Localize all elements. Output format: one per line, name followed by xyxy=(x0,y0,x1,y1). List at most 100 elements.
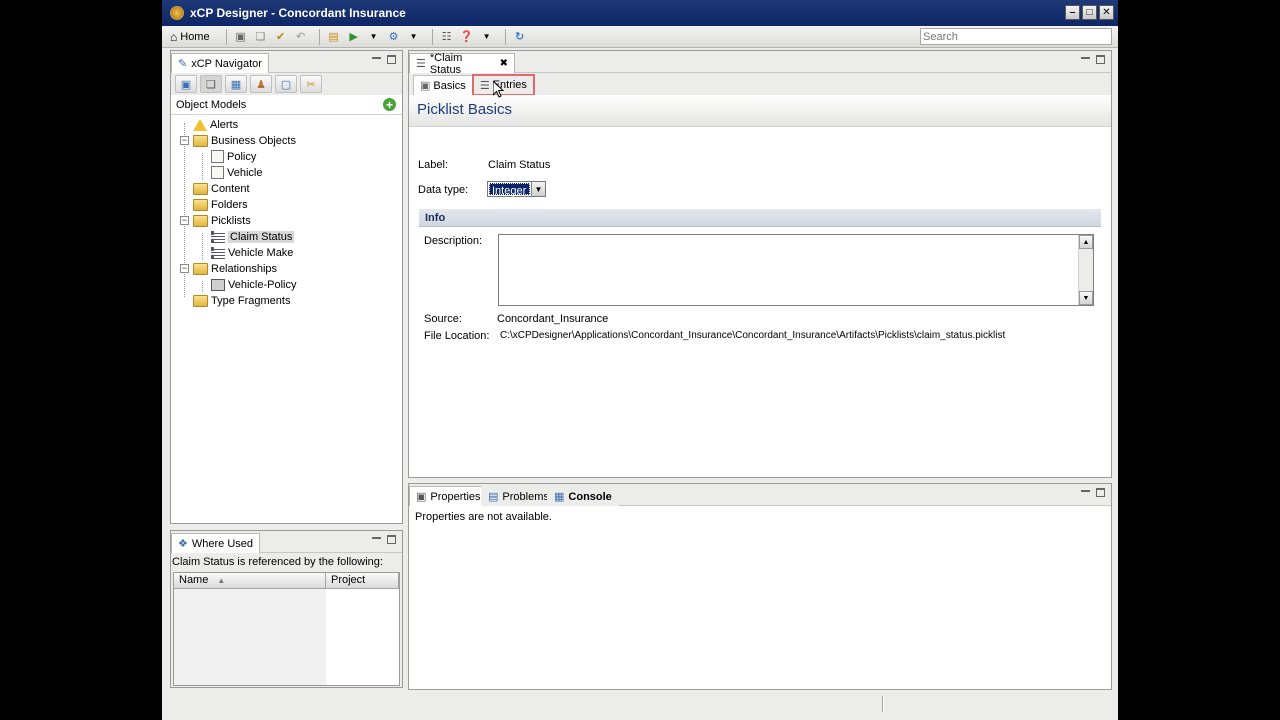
folder-icon xyxy=(193,294,208,307)
tree-item-vehicle[interactable]: Vehicle xyxy=(211,165,262,180)
application-view-icon[interactable]: ▣ xyxy=(175,75,197,93)
source-label: Source: xyxy=(424,313,462,325)
processes-view-icon[interactable]: ▦ xyxy=(225,75,247,93)
tab-where-used[interactable]: ❖ Where Used xyxy=(171,533,261,553)
tree-item-claim-status[interactable]: Claim Status xyxy=(211,229,295,244)
close-button[interactable]: ✕ xyxy=(1099,5,1114,20)
help-icon[interactable]: ❓ xyxy=(459,29,475,45)
maximize-panel-icon[interactable] xyxy=(1096,55,1105,64)
navigator-view-icons: ▣ ❏ ▦ ♟ ▢ ✂ xyxy=(171,73,402,95)
tab-basics[interactable]: ▣ Basics xyxy=(413,75,473,95)
properties-message: Properties are not available. xyxy=(415,511,552,523)
mouse-cursor-icon xyxy=(493,81,505,98)
tree-line xyxy=(202,281,203,292)
column-header-project[interactable]: Project xyxy=(326,573,399,589)
description-textarea[interactable]: ▲ ▼ xyxy=(498,234,1094,306)
minimize-button[interactable]: – xyxy=(1065,5,1080,20)
navigator-icon: ✎ xyxy=(178,58,188,70)
window-controls: – □ ✕ xyxy=(1065,5,1114,20)
home-button[interactable]: ⌂ Home xyxy=(170,30,210,44)
refresh-icon[interactable]: ↻ xyxy=(512,29,528,45)
object-models-view-icon[interactable]: ❏ xyxy=(200,75,222,93)
maximize-panel-icon[interactable] xyxy=(387,535,396,544)
layout-icon[interactable]: ☷ xyxy=(439,29,455,45)
maximize-panel-icon[interactable] xyxy=(387,55,396,64)
save-icon[interactable]: ▣ xyxy=(233,29,249,45)
close-tab-icon[interactable]: ✖ xyxy=(500,58,508,69)
minimize-panel-icon[interactable] xyxy=(1081,490,1090,493)
tree-line xyxy=(202,233,203,260)
deploy-icon[interactable]: ⚙ xyxy=(386,29,402,45)
where-used-panel-controls xyxy=(372,535,396,544)
table-body xyxy=(174,589,326,685)
tab-console[interactable]: ▦ Console xyxy=(547,486,619,506)
label-field-value[interactable]: Claim Status xyxy=(488,159,550,171)
users-view-icon[interactable]: ♟ xyxy=(250,75,272,93)
tab-problems[interactable]: ▤ Problems xyxy=(481,486,556,506)
add-icon[interactable]: + xyxy=(383,98,396,111)
where-used-table: Name ▲ Project xyxy=(173,572,400,686)
editor-subtabs: ▣ Basics ☰ Entries xyxy=(409,73,1111,96)
validate-icon[interactable]: ✔ xyxy=(273,29,289,45)
tree-item-alerts[interactable]: Alerts xyxy=(193,117,238,132)
column-header-name[interactable]: Name ▲ xyxy=(174,573,326,589)
minimize-panel-icon[interactable] xyxy=(1081,57,1090,60)
tree-item-policy[interactable]: Policy xyxy=(211,149,256,164)
tab-claim-status[interactable]: ☰ *Claim Status ✖ xyxy=(409,52,515,76)
collapse-toggle-business-objects[interactable]: − xyxy=(180,136,189,145)
pages-view-icon[interactable]: ▢ xyxy=(275,75,297,93)
bottom-panel: ▣ Properties ▤ Problems ▦ Console Proper… xyxy=(408,483,1112,690)
help-dropdown-icon[interactable]: ▼ xyxy=(479,29,495,45)
description-label: Description: xyxy=(424,235,483,247)
maximize-panel-icon[interactable] xyxy=(1096,488,1105,497)
collapse-toggle-relationships[interactable]: − xyxy=(180,264,189,273)
run-dropdown-icon[interactable]: ▼ xyxy=(366,29,382,45)
tree-item-content[interactable]: Content xyxy=(193,181,250,196)
tree-item-type-fragments[interactable]: Type Fragments xyxy=(193,293,290,308)
collapse-toggle-picklists[interactable]: − xyxy=(180,216,189,225)
object-models-section: Object Models + xyxy=(171,95,402,115)
maximize-button[interactable]: □ xyxy=(1082,5,1097,20)
tab-xcp-navigator[interactable]: ✎ xCP Navigator xyxy=(171,53,269,73)
console-icon: ▦ xyxy=(554,491,565,503)
package-icon[interactable]: ▤ xyxy=(326,29,342,45)
tree-item-business-objects[interactable]: Business Objects xyxy=(193,133,296,148)
deploy-dropdown-icon[interactable]: ▼ xyxy=(406,29,422,45)
where-used-icon: ❖ xyxy=(178,538,188,550)
folder-icon xyxy=(193,182,208,195)
scroll-up-icon[interactable]: ▲ xyxy=(1079,235,1093,249)
data-type-label: Data type: xyxy=(418,184,469,196)
tab-properties[interactable]: ▣ Properties xyxy=(409,486,488,506)
minimize-panel-icon[interactable] xyxy=(372,537,381,540)
info-section-header[interactable]: Info xyxy=(419,209,1101,227)
bottom-panel-controls xyxy=(1081,488,1105,497)
file-location-label: File Location: xyxy=(424,330,490,342)
editor-header: ☰ *Claim Status ✖ xyxy=(409,51,1111,76)
tree-item-folders[interactable]: Folders xyxy=(193,197,248,212)
tree-item-picklists[interactable]: Picklists xyxy=(193,213,251,228)
save-all-icon[interactable]: ❏ xyxy=(253,29,269,45)
toolbar-separator xyxy=(431,28,433,45)
description-scrollbar[interactable]: ▲ ▼ xyxy=(1078,235,1093,305)
where-used-description: Claim Status is referenced by the follow… xyxy=(172,556,383,568)
entries-icon: ☰ xyxy=(479,79,490,92)
picklist-basics-header: Picklist Basics xyxy=(409,95,1111,127)
tree-item-vehicle-policy[interactable]: Vehicle-Policy xyxy=(211,277,296,292)
relationship-icon xyxy=(211,278,225,291)
toolbar-separator xyxy=(225,28,227,45)
tree-item-vehicle-make[interactable]: Vehicle Make xyxy=(211,245,293,260)
run-icon[interactable]: ▶ xyxy=(346,29,362,45)
folders-view-icon[interactable]: ✂ xyxy=(300,75,322,93)
home-icon: ⌂ xyxy=(170,29,178,44)
toolbar-separator xyxy=(504,28,506,45)
minimize-panel-icon[interactable] xyxy=(372,57,381,60)
search-input[interactable] xyxy=(920,28,1112,45)
tree-item-relationships[interactable]: Relationships xyxy=(193,261,277,276)
application-window: xCP Designer - Concordant Insurance – □ … xyxy=(162,0,1118,720)
scroll-down-icon[interactable]: ▼ xyxy=(1079,291,1093,305)
undo-icon[interactable]: ↶ xyxy=(293,29,309,45)
properties-icon: ▣ xyxy=(416,491,427,503)
chevron-down-icon[interactable]: ▼ xyxy=(531,182,545,196)
main-toolbar: ⌂ Home ▣ ❏ ✔ ↶ ▤ ▶ ▼ ⚙ ▼ ☷ ❓ ▼ ↻ xyxy=(162,26,1118,48)
data-type-select[interactable]: Integer ▼ xyxy=(487,181,546,197)
